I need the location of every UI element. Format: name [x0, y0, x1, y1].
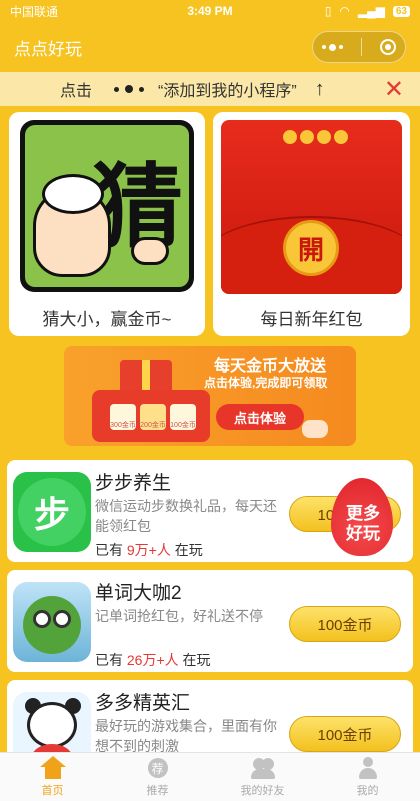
game-desc: 微信运动步数换礼品，每天还能领红包 [95, 498, 277, 534]
tab-bar: 首页 荐 推荐 我的好友 我的 [0, 752, 420, 801]
game-name: 步步养生 [95, 473, 172, 494]
more-fun-label: 更多 好玩 [346, 504, 380, 543]
nav-bar: 点点好玩 [0, 22, 420, 72]
game-name: 单词大咖2 [95, 583, 182, 604]
coin-reward-button[interactable]: 100金币 [289, 716, 401, 752]
play-prefix: 已有 [95, 542, 123, 558]
banner-headline: 每天金币大放送 [214, 358, 327, 375]
close-icon[interactable]: ✕ [384, 75, 404, 104]
game-desc: 最好玩的游戏集合，里面有你想不到的刺激 [95, 718, 277, 752]
game-name: 多多精英汇 [95, 693, 191, 714]
card-label: 每日新年红包 [260, 310, 363, 329]
play-suffix: 在玩 [174, 542, 203, 558]
exit-icon[interactable] [380, 39, 396, 55]
capsule-divider [361, 38, 362, 56]
more-menu-icon[interactable] [322, 43, 343, 51]
up-arrow-icon: ↑ [314, 77, 325, 100]
bubu-icon-char: 步 [18, 478, 86, 546]
card-label: 猜大小，赢金币~ [42, 310, 172, 329]
more-dots-icon [114, 85, 145, 93]
banner-subline: 点击体验,完成即可领取 [204, 376, 328, 390]
mini-program-capsule [312, 31, 406, 63]
page-title: 点点好玩 [14, 39, 82, 59]
home-icon [39, 756, 66, 780]
tab-recommend[interactable]: 荐 推荐 [105, 753, 210, 801]
coin-row [283, 130, 348, 144]
tip-text: “添加到我的小程序” [158, 83, 297, 100]
cartoon-face [33, 174, 111, 277]
list-item[interactable]: 单词大咖2 记单词抢红包，好礼送不停 已有 26万+人 在玩 100金币 [5, 568, 415, 674]
play-number: 9万+人 [126, 542, 171, 558]
prize-tile: 300金币 [110, 404, 136, 430]
list-item[interactable]: 多多精英汇 最好玩的游戏集合，里面有你想不到的刺激 100金币 [5, 678, 415, 752]
tip-prefix: 点击 [60, 83, 93, 100]
status-bar: 中国联通 3:49 PM ▯ ◠ ▂▄▆ 63 [0, 0, 420, 22]
friends-icon [250, 756, 275, 780]
new-year-redpacket-card[interactable]: 開 每日新年红包 [213, 112, 410, 336]
tab-label: 我的好友 [240, 785, 285, 797]
coin-reward-button[interactable]: 100金币 [289, 606, 401, 642]
play-count: 已有 9万+人 在玩 [95, 540, 203, 560]
tab-friends[interactable]: 我的好友 [210, 753, 315, 801]
play-number: 26万+人 [126, 652, 179, 668]
recommend-icon: 荐 [146, 756, 170, 780]
tab-label: 推荐 [146, 785, 169, 797]
play-count: 已有 26万+人 在玩 [95, 650, 211, 670]
prize-tile: 100金币 [170, 404, 196, 430]
tab-label: 我的 [356, 785, 379, 797]
panda-app-icon [13, 692, 91, 752]
pointing-hand-icon [302, 420, 328, 438]
daily-coin-banner[interactable]: 300金币 200金币 100金币 每天金币大放送 点击体验,完成即可领取 点击… [64, 346, 356, 446]
guess-game-art: 猜 [20, 120, 194, 292]
play-suffix: 在玩 [182, 652, 211, 668]
clock: 3:49 PM [187, 4, 233, 18]
game-desc: 记单词抢红包，好礼送不停 [95, 608, 263, 624]
red-packet-art: 開 [221, 120, 402, 294]
tab-label: 首页 [41, 785, 64, 797]
more-fun-badge[interactable]: 更多 好玩 [325, 478, 401, 558]
word-game-app-icon [13, 582, 91, 662]
play-prefix: 已有 [95, 652, 123, 668]
open-coin-icon: 開 [283, 220, 339, 276]
prize-tile: 200金币 [140, 404, 166, 430]
cartoon-hand [131, 237, 169, 265]
profile-icon [356, 756, 380, 780]
tab-profile[interactable]: 我的 [315, 753, 420, 801]
add-to-my-programs-tip: 点击 “添加到我的小程序” ↑ ✕ [0, 72, 420, 106]
try-now-button[interactable]: 点击体验 [216, 404, 304, 430]
guess-size-card[interactable]: 猜 猜大小，赢金币~ [9, 112, 205, 336]
bubu-app-icon: 步 [13, 472, 91, 552]
tab-home[interactable]: 首页 [0, 753, 105, 801]
